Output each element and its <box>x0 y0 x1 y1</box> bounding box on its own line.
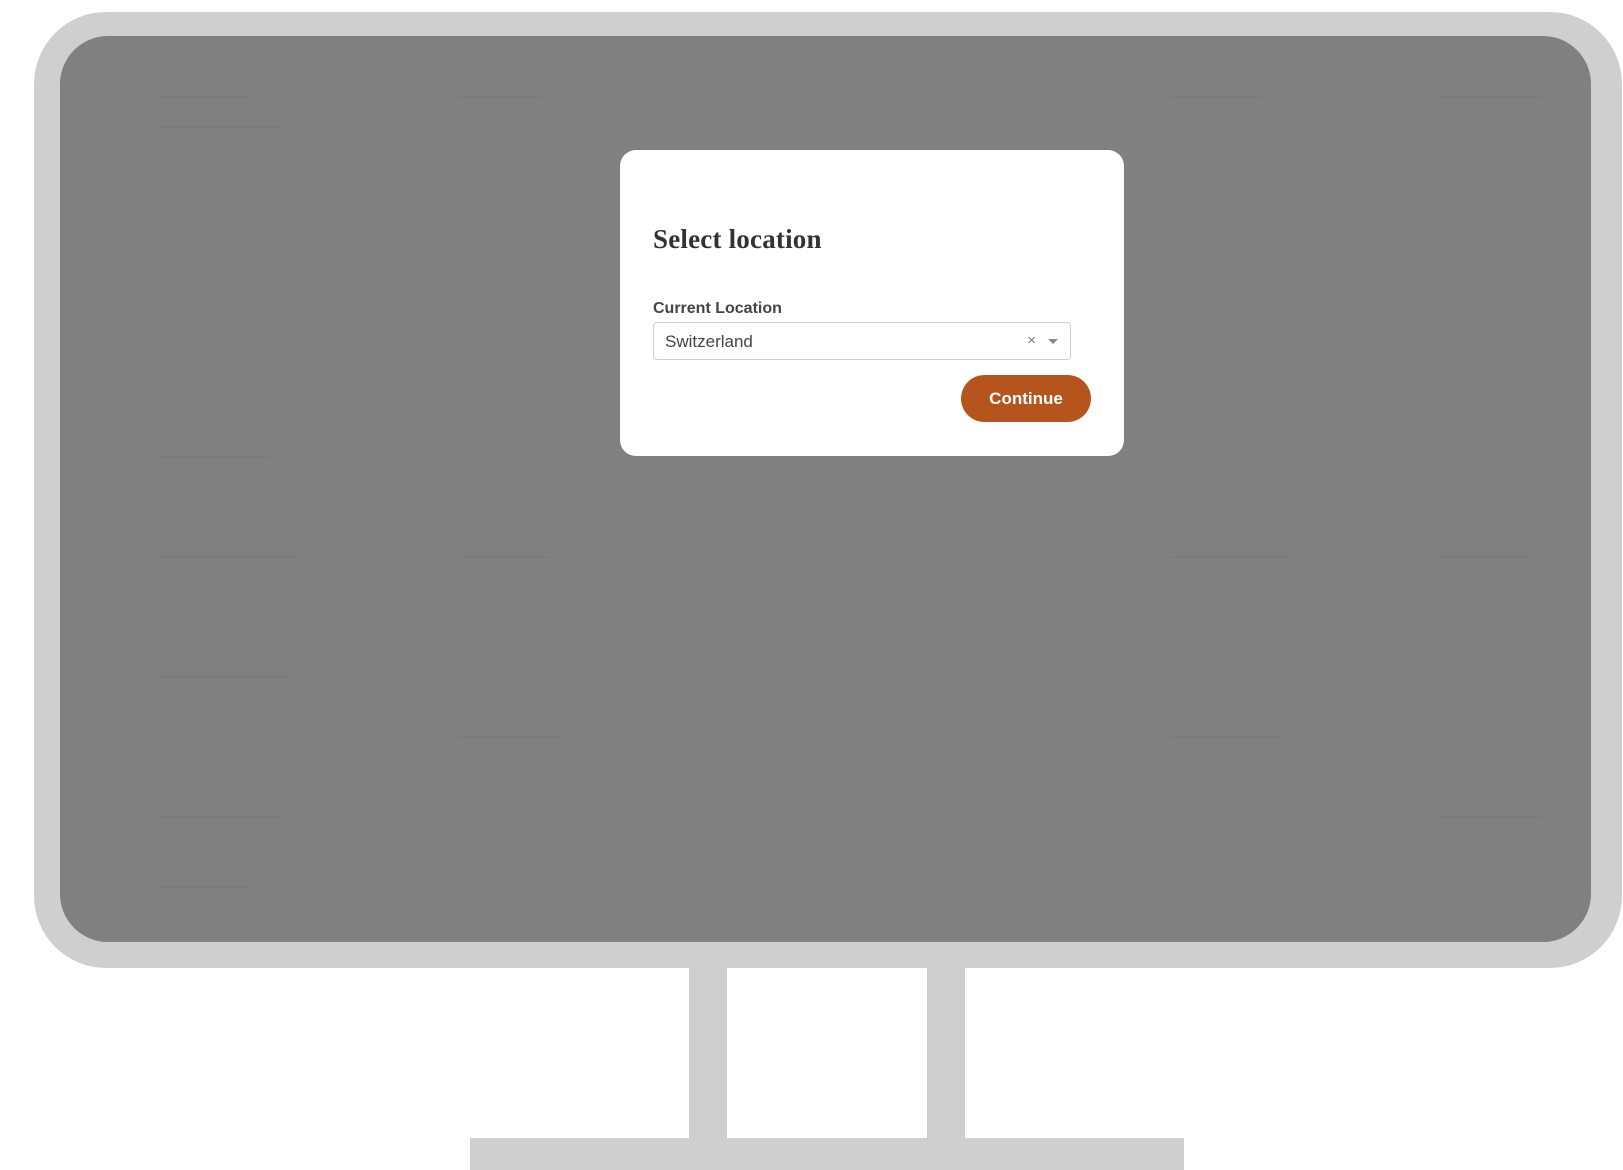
background-line <box>1440 816 1540 818</box>
select-location-modal: Select location Current Location Switzer… <box>620 150 1124 456</box>
current-location-label: Current Location <box>653 300 782 317</box>
background-line <box>160 126 280 128</box>
background-line <box>1440 556 1530 558</box>
selected-location-value: Switzerland <box>665 332 753 351</box>
background-line <box>1440 96 1540 98</box>
location-select[interactable]: Switzerland × <box>653 322 1071 360</box>
background-line <box>160 456 270 458</box>
monitor-stand-left <box>689 966 727 1142</box>
chevron-down-icon[interactable] <box>1048 339 1058 344</box>
background-line <box>1170 736 1280 738</box>
close-icon[interactable]: × <box>1027 332 1036 350</box>
monitor-stand-right <box>927 966 965 1142</box>
monitor-base <box>470 1138 1184 1170</box>
background-line <box>1170 556 1290 558</box>
modal-title: Select location <box>653 224 822 254</box>
background-line <box>460 96 540 98</box>
background-line <box>160 676 290 678</box>
background-line <box>460 736 560 738</box>
background-line <box>160 96 250 98</box>
background-line <box>460 556 550 558</box>
screen-overlay: Select location Current Location Switzer… <box>60 36 1591 942</box>
background-line <box>160 816 280 818</box>
background-line <box>160 556 300 558</box>
monitor-frame: Select location Current Location Switzer… <box>34 12 1622 968</box>
background-line <box>160 886 250 888</box>
device-illustration: Select location Current Location Switzer… <box>0 0 1623 1170</box>
background-line <box>1170 96 1260 98</box>
continue-button[interactable]: Continue <box>961 375 1091 422</box>
